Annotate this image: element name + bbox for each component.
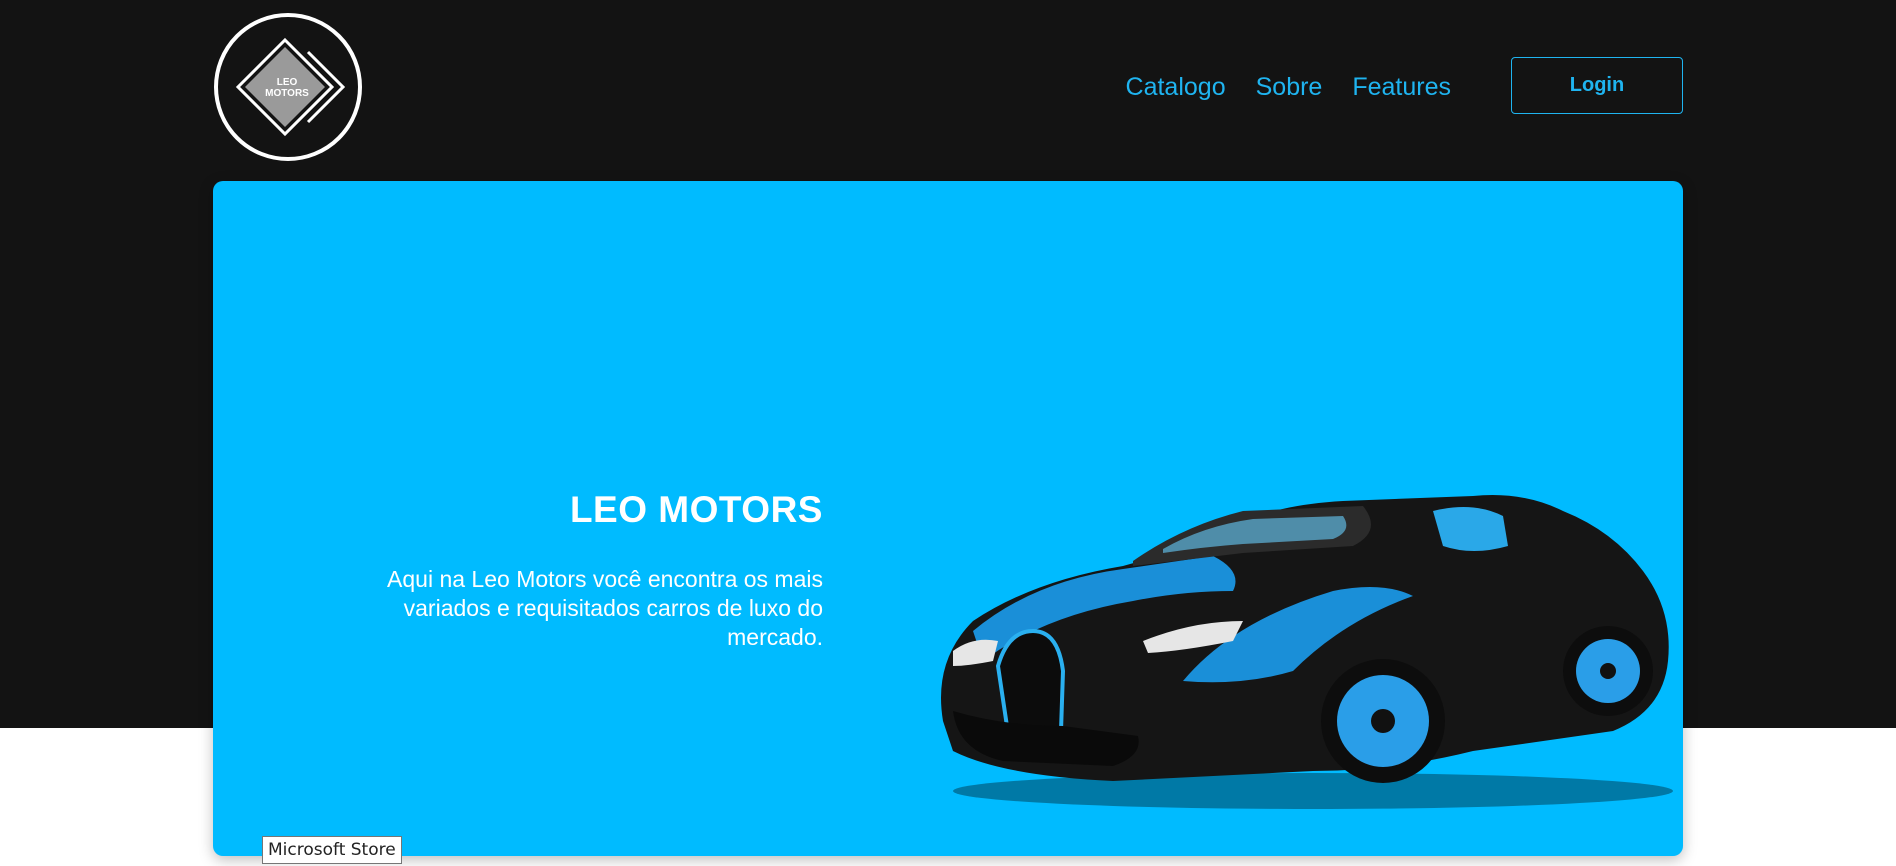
logo-text-motors: MOTORS: [265, 88, 309, 99]
login-button[interactable]: Login: [1511, 57, 1683, 114]
hero-title: LEO MOTORS: [569, 489, 823, 530]
nav-link-catalogo[interactable]: Catalogo: [1126, 70, 1226, 104]
nav-link-features[interactable]: Features: [1352, 70, 1451, 104]
main-nav: Catalogo Sobre Features: [1126, 70, 1451, 104]
nav-link-sobre[interactable]: Sobre: [1256, 70, 1323, 104]
tooltip: Microsoft Store: [262, 836, 402, 864]
hero-text-block: LEO MOTORS Aqui na Leo Motors você encon…: [383, 489, 823, 652]
hero-banner: LEO MOTORS Aqui na Leo Motors você encon…: [213, 181, 1683, 856]
logo-text-leo: LEO: [277, 77, 298, 88]
sports-car-image: [941, 495, 1673, 809]
leo-motors-logo[interactable]: LEO MOTORS: [213, 12, 363, 162]
site-header: LEO MOTORS Catalogo Sobre Features Login: [213, 0, 1683, 176]
hero-description: Aqui na Leo Motors você encontra os mais…: [387, 566, 823, 650]
